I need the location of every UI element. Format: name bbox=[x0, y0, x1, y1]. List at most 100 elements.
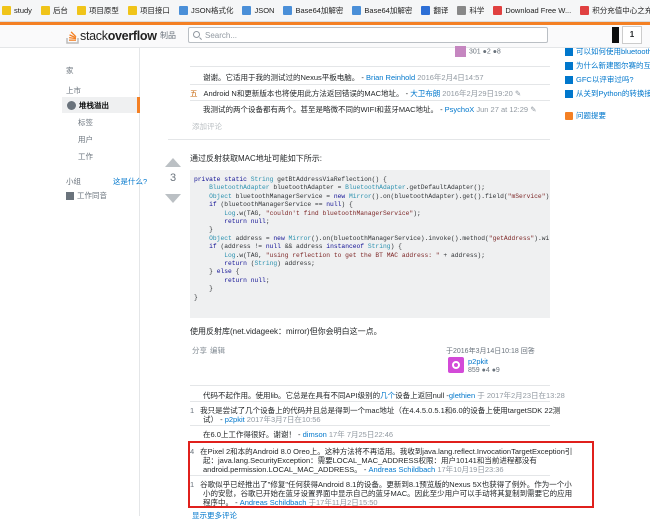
comment-text3: android.permission.LOCAL_MAC_ADDRESS。 - bbox=[203, 465, 367, 474]
code-line: return (String) address; bbox=[224, 260, 315, 268]
sidebar-link-2[interactable]: 为什么新建图尔赛的互联网 bbox=[565, 60, 650, 71]
comment-text: 我测试的两个设备都有两个。甚至是略微不同的WIFI和蓝牙MAC地址。 bbox=[203, 105, 438, 114]
rss-feed-link[interactable]: 问题提要 bbox=[565, 110, 606, 121]
bookmark-icon bbox=[493, 6, 503, 15]
add-comment-link[interactable]: 添加评论 bbox=[192, 121, 222, 132]
bookmark-0[interactable]: study bbox=[2, 6, 32, 15]
vote-count: 3 bbox=[169, 172, 177, 184]
comment-score: 4 bbox=[190, 447, 195, 456]
profile-avatar[interactable] bbox=[612, 27, 619, 43]
answer-comment-4-line3: android.permission.LOCAL_MAC_ADDRESS。 - … bbox=[203, 464, 504, 475]
comment-link[interactable]: 几个 bbox=[380, 391, 395, 400]
nav-stackoverflow-label: 堆栈溢出 bbox=[79, 100, 109, 110]
author-name[interactable]: p2pkit bbox=[468, 357, 488, 366]
bookmark-3[interactable]: 项目接口 bbox=[127, 5, 170, 16]
reputation-badge[interactable]: 1 bbox=[622, 26, 642, 44]
bookmark-1[interactable]: 后台 bbox=[40, 5, 68, 16]
bookmark-8[interactable]: 翻译 bbox=[421, 5, 448, 16]
code-line: if (address != null && address instanceo… bbox=[209, 243, 402, 251]
bookmark-icon bbox=[40, 6, 50, 15]
comment-score: 1 bbox=[190, 406, 195, 415]
nav-team-create[interactable]: 工作同音 bbox=[66, 190, 107, 201]
bookmark-2[interactable]: 项目原型 bbox=[76, 5, 119, 16]
search-input[interactable]: Search... bbox=[188, 27, 548, 43]
comment-user[interactable]: glethien bbox=[449, 391, 475, 400]
code-line: } else { bbox=[194, 268, 240, 276]
comment-user[interactable]: Andreas Schildbach bbox=[240, 498, 307, 507]
comment-date[interactable]: 于17年11月2日15:50 bbox=[309, 498, 378, 507]
nav-tags[interactable]: 标签 bbox=[78, 117, 93, 128]
comment-date[interactable]: 2016年2月29日19:20 bbox=[442, 89, 512, 98]
nav-team-create-label: 工作同音 bbox=[77, 191, 107, 200]
comment-user[interactable]: Andreas Schildbach bbox=[369, 465, 436, 474]
nav-jobs[interactable]: 工作 bbox=[78, 151, 93, 162]
link-icon bbox=[565, 90, 573, 99]
bookmark-label: Download Free W... bbox=[505, 6, 572, 15]
sidebar-link-4[interactable]: 从关到Python的转换接待问 bbox=[565, 88, 650, 99]
nav-home[interactable]: 家 bbox=[66, 65, 74, 76]
comment-text: 在6.0上工作得很好。谢谢！ - bbox=[203, 430, 301, 439]
products-link[interactable]: 制品 bbox=[160, 30, 176, 41]
downvote-icon[interactable] bbox=[165, 194, 181, 203]
upvote-icon[interactable] bbox=[165, 158, 181, 167]
comment-date[interactable]: 于 2017年2月23日在13:28 bbox=[477, 391, 565, 400]
user-stats-text: 301 ●2 ●8 bbox=[469, 48, 501, 56]
sidebar-link-text: GFC以评审过吗? bbox=[576, 75, 634, 84]
answer-comment-2-cont: 试） - p2pkit 2017年3月7日在10:56 bbox=[203, 414, 321, 425]
comment-date[interactable]: 2016年2月4日14:57 bbox=[417, 73, 483, 82]
nav-teams-what[interactable]: 这是什么? bbox=[113, 176, 147, 187]
bookmark-5[interactable]: JSON bbox=[242, 6, 274, 15]
comment-text: Android N和更新版本也将使用此方法返回错误的MAC地址。 bbox=[203, 89, 404, 98]
comment-user[interactable]: PsychoX bbox=[445, 105, 475, 114]
bookmark-label: JSON格式化 bbox=[190, 6, 234, 15]
globe-icon bbox=[67, 100, 76, 110]
nav-stackoverflow[interactable]: 堆栈溢出 bbox=[62, 97, 140, 113]
code-line: Object bluetoothManagerService = new Mir… bbox=[209, 192, 550, 200]
logo[interactable]: stack overflow bbox=[66, 25, 157, 47]
bookmark-icon bbox=[283, 6, 293, 15]
bookmark-6[interactable]: Base64加解密 bbox=[283, 5, 343, 16]
bookmark-label: 积分充值中心之充... bbox=[592, 6, 650, 15]
comment-date[interactable]: 17年 7月25日22:46 bbox=[329, 430, 393, 439]
comment-user[interactable]: Brian Reinhold bbox=[366, 73, 415, 82]
comment-3: 我测试的两个设备都有两个。甚至是略微不同的WIFI和蓝牙MAC地址。 - Psy… bbox=[203, 105, 537, 114]
sidebar-link-3[interactable]: GFC以评审过吗? bbox=[565, 74, 634, 85]
code-line: return null; bbox=[224, 276, 270, 284]
edit-icon[interactable]: ✎ bbox=[530, 105, 536, 114]
comment-date[interactable]: 17年10月19日23:36 bbox=[437, 465, 503, 474]
edit-icon[interactable]: ✎ bbox=[515, 89, 521, 98]
code-line: } bbox=[194, 285, 213, 293]
answer-comment-3: 在6.0上工作得很好。谢谢！ - dimson 17年 7月25日22:46 bbox=[203, 429, 393, 440]
comment-date[interactable]: Jun 27 at 12:29 bbox=[476, 105, 528, 114]
comment-user[interactable]: dimson bbox=[303, 430, 327, 439]
bookmark-11[interactable]: 积分充值中心之充... bbox=[580, 5, 650, 16]
share-link[interactable]: 分享 bbox=[192, 345, 207, 356]
sidebar-link-text: 为什么新建图尔赛的互联网 bbox=[576, 61, 650, 70]
author-avatar[interactable] bbox=[448, 357, 464, 373]
nav-public-label: 上市 bbox=[66, 86, 81, 95]
bookmark-icon bbox=[457, 6, 467, 15]
comment-date[interactable]: 2017年3月7日在10:56 bbox=[247, 415, 321, 424]
bookmark-9[interactable]: 科学 bbox=[457, 5, 484, 16]
bookmark-7[interactable]: Base64加解密 bbox=[352, 5, 412, 16]
comment-text2: 设备上返回null - bbox=[395, 391, 449, 400]
comment-user[interactable]: p2pkit bbox=[225, 415, 245, 424]
bookmark-icon bbox=[178, 6, 188, 15]
sidebar-link-text: 从关到Python的转换接待问 bbox=[576, 89, 650, 98]
comment-text: 代码不起作用。使用lib。它总是在具有不同API级别的 bbox=[203, 391, 381, 400]
link-icon bbox=[565, 62, 573, 71]
bookmark-4[interactable]: JSON格式化 bbox=[178, 5, 234, 16]
comment-text3: 程序中。 - bbox=[203, 498, 238, 507]
code-line: return null; bbox=[224, 218, 270, 226]
nav-users[interactable]: 用户 bbox=[78, 134, 93, 145]
rss-feed-text: 问题提要 bbox=[576, 111, 606, 120]
code-line: if (bluetoothManagerService == null) { bbox=[209, 201, 353, 209]
code-line: } bbox=[194, 226, 213, 234]
sidebar-link-1[interactable]: 可以如何使用bluetooth发送 bbox=[565, 46, 650, 57]
edit-link[interactable]: 编辑 bbox=[210, 345, 225, 356]
bookmark-10[interactable]: Download Free W... bbox=[493, 6, 571, 15]
comment-user[interactable]: 大卫布朗 bbox=[410, 89, 440, 98]
comment-score: 1 bbox=[190, 480, 195, 489]
code-line: Log.w(TAG, "couldn't find bluetoothManag… bbox=[224, 209, 421, 217]
comment-1: 谢谢。它适用于我的测试过的Nexus平板电脑。 - Brian Reinhold… bbox=[203, 73, 484, 82]
